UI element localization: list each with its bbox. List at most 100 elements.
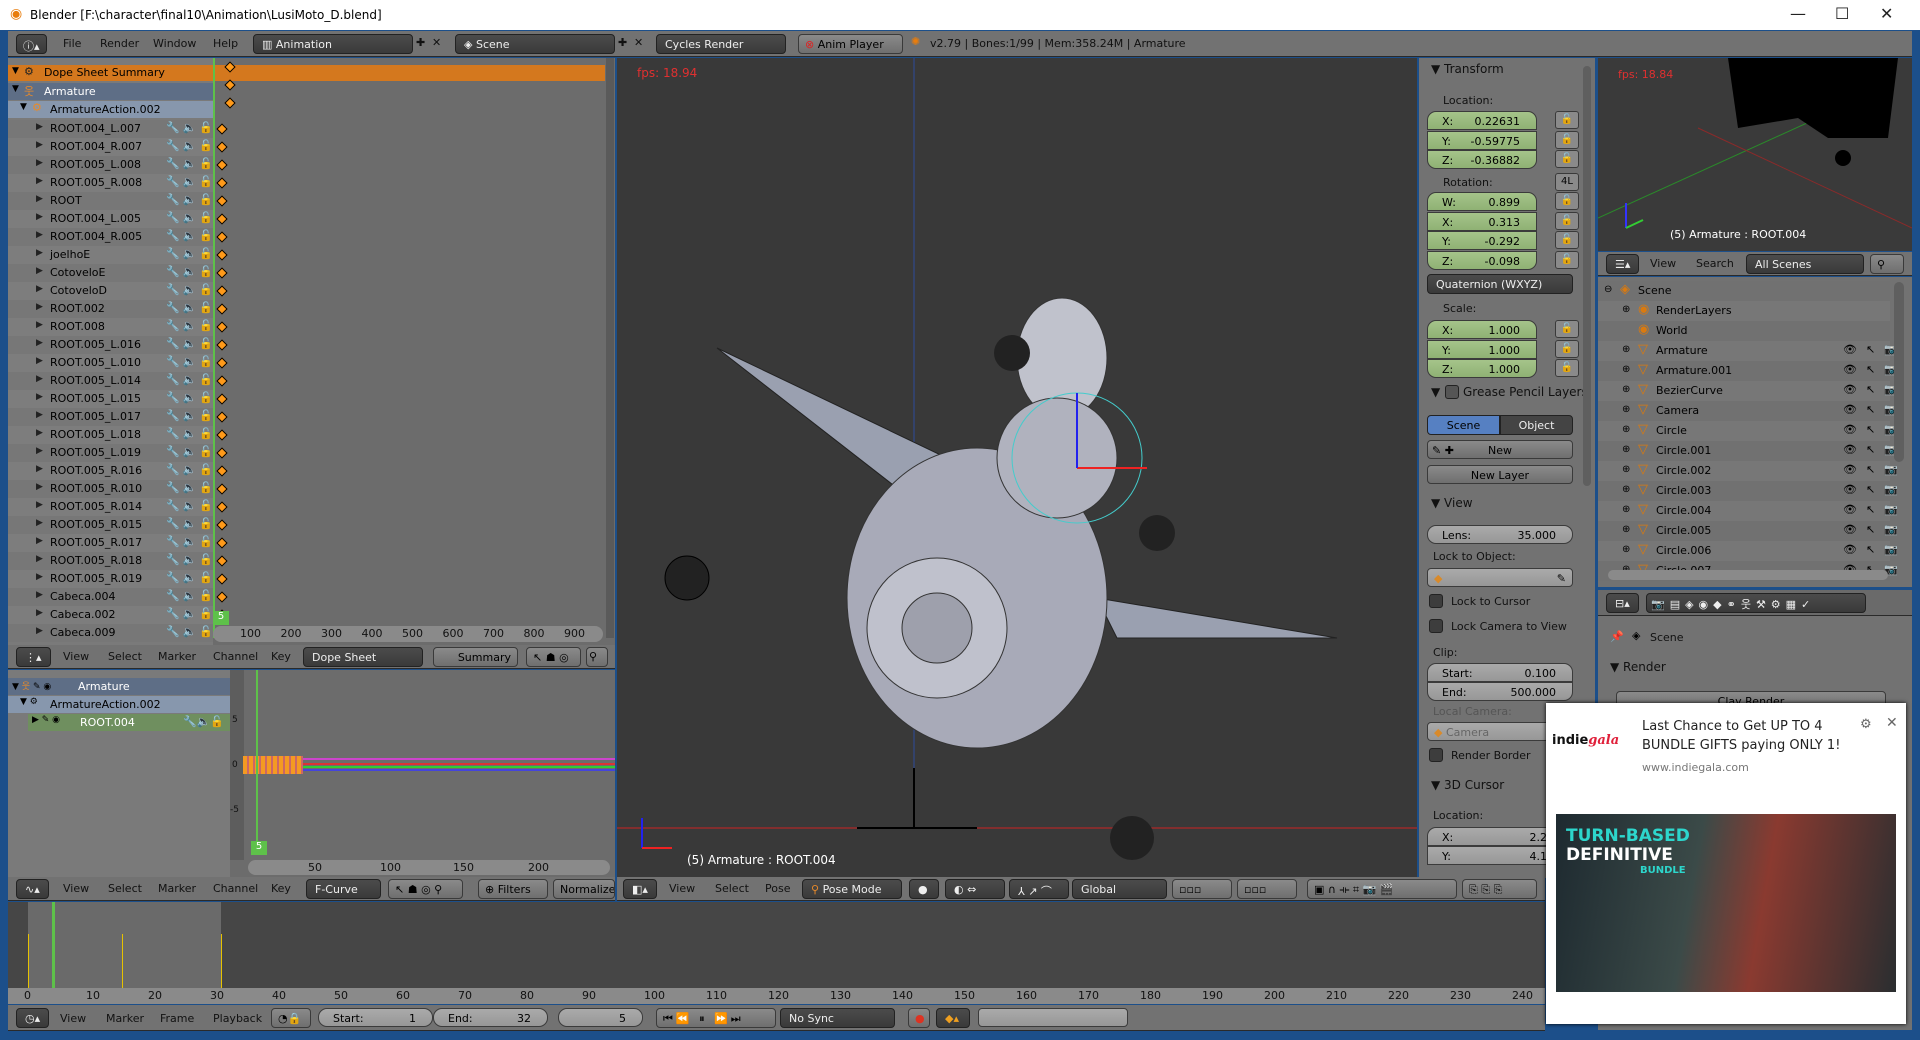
properties-context-tabs[interactable]: 📷▤◈◉◆⚭웃⚒⚙▦✓ bbox=[1646, 593, 1866, 613]
editor-type-timeline-icon[interactable]: ◷▴ bbox=[16, 1008, 50, 1028]
expand-icon[interactable]: ▶ bbox=[36, 626, 43, 636]
expand-icon[interactable]: ▶ bbox=[36, 338, 43, 348]
channel-row[interactable]: ▶ ROOT.004_R.007 🔧🔈🔓 bbox=[8, 138, 213, 156]
expand-icon[interactable]: ▶ bbox=[36, 302, 43, 312]
keyframe[interactable] bbox=[216, 177, 228, 189]
channel-toggle-icons[interactable]: 🔧🔈🔓 bbox=[166, 337, 216, 350]
close-notification-icon[interactable]: ✕ bbox=[1886, 715, 1898, 731]
keyframe[interactable] bbox=[216, 141, 228, 153]
outliner-scrollbar[interactable] bbox=[1894, 282, 1904, 462]
channel-row[interactable]: ▶ ROOT.005_R.014 🔧🔈🔓 bbox=[8, 498, 213, 516]
menu-window[interactable]: Window bbox=[153, 37, 196, 50]
preview-range-toggle[interactable]: ◔🔒 bbox=[271, 1008, 311, 1028]
expand-icon[interactable]: ▶ bbox=[36, 212, 43, 222]
expand-icon[interactable]: ▶ bbox=[36, 392, 43, 402]
notification-url[interactable]: www.indiegala.com bbox=[1642, 761, 1749, 774]
3d-cursor-header[interactable]: ▼ 3D Cursor bbox=[1431, 778, 1504, 792]
gp-new-layer-button[interactable]: New Layer bbox=[1427, 465, 1573, 484]
scene-select[interactable]: ◈ Scene bbox=[455, 34, 615, 54]
channel-toggle-icons[interactable]: 🔧🔈🔓 bbox=[166, 517, 216, 530]
expand-icon[interactable]: ▶ bbox=[36, 536, 43, 546]
channel-row[interactable]: ▶ ROOT.005_L.008 🔧🔈🔓 bbox=[8, 156, 213, 174]
channel-row[interactable]: ▶ Cabeca.002 🔧🔈🔓 bbox=[8, 606, 213, 624]
channel-toggle-icons[interactable]: 🔧🔈🔓 bbox=[166, 265, 216, 278]
menu-select[interactable]: Select bbox=[715, 882, 749, 895]
clip-end-field[interactable]: End: 500.000 bbox=[1427, 682, 1573, 701]
channel-row[interactable]: ▶ ROOT.005_L.015 🔧🔈🔓 bbox=[8, 390, 213, 408]
render-panel-header[interactable]: ▼ Render bbox=[1610, 660, 1666, 674]
graph-mode-select[interactable]: F-Curve bbox=[306, 879, 381, 899]
channel-toggle-icons[interactable]: 🔧🔈🔓 bbox=[166, 229, 216, 242]
rotation-mode-select[interactable]: Quaternion (WXYZ) bbox=[1427, 274, 1573, 294]
transform-field[interactable]: Z: -0.36882 bbox=[1427, 150, 1537, 169]
add-scene-icon[interactable]: ✚ bbox=[618, 36, 627, 49]
lock-icon[interactable]: 🔓 bbox=[1555, 359, 1579, 377]
expand-icon[interactable]: ⊕ bbox=[1622, 504, 1630, 515]
render-engine-select[interactable]: Cycles Render bbox=[656, 34, 786, 54]
graph-action-row[interactable]: ▼ ⚙ ArmatureAction.002 bbox=[8, 696, 230, 713]
outliner-item[interactable]: ⊕ ▽ Circle.001 👁↖📷 bbox=[1598, 441, 1898, 461]
expand-icon[interactable]: ▶ bbox=[36, 158, 43, 168]
keyframe[interactable] bbox=[216, 123, 228, 135]
menu-help[interactable]: Help bbox=[213, 37, 238, 50]
keyframe[interactable] bbox=[216, 285, 228, 297]
orientation-select[interactable]: Global bbox=[1072, 879, 1167, 899]
lock-icon[interactable]: 🔓 bbox=[1555, 211, 1579, 230]
expand-icon[interactable]: ▶ bbox=[36, 482, 43, 492]
remove-scene-icon[interactable]: ✕ bbox=[634, 36, 643, 49]
channel-toggle-icons[interactable]: 🔧🔈🔓 bbox=[166, 139, 216, 152]
keyframe[interactable] bbox=[216, 231, 228, 243]
add-screen-icon[interactable]: ✚ bbox=[416, 36, 425, 49]
keyframe[interactable] bbox=[216, 591, 228, 603]
outliner-item[interactable]: ⊕ ▽ Camera 👁↖📷 bbox=[1598, 401, 1898, 421]
channel-row[interactable]: ▶ ROOT.005_R.019 🔧🔈🔓 bbox=[8, 570, 213, 588]
timeline-ruler[interactable]: 0 10 20 30 40 50 60 70 80 90 100 110 120 130 140 150 160… bbox=[8, 988, 1545, 1004]
expand-icon[interactable]: ▶ bbox=[36, 176, 43, 186]
channel-row[interactable]: ▶ ROOT.005_L.017 🔧🔈🔓 bbox=[8, 408, 213, 426]
menu-view[interactable]: View bbox=[1650, 257, 1676, 270]
channel-row[interactable]: ▶ ROOT.002 🔧🔈🔓 bbox=[8, 300, 213, 318]
menu-view[interactable]: View bbox=[63, 882, 89, 895]
outliner-item[interactable]: ⊕ ▽ Circle.004 👁↖📷 bbox=[1598, 501, 1898, 521]
channel-row[interactable]: ▶ ROOT 🔧🔈🔓 bbox=[8, 192, 213, 210]
expand-icon[interactable]: ⊕ bbox=[1622, 344, 1630, 355]
keyframe[interactable] bbox=[216, 537, 228, 549]
current-frame-line[interactable] bbox=[213, 58, 215, 638]
menu-channel[interactable]: Channel bbox=[213, 650, 258, 663]
transform-field[interactable]: Y: -0.59775 bbox=[1427, 130, 1537, 150]
anim-player-button[interactable]: ⊗ Anim Player bbox=[798, 34, 903, 54]
keyframe[interactable] bbox=[216, 447, 228, 459]
menu-playback[interactable]: Playback bbox=[213, 1012, 262, 1025]
expand-icon[interactable]: ▶ bbox=[36, 518, 43, 528]
channel-toggle-icons[interactable]: 🔧🔈🔓 bbox=[166, 607, 216, 620]
end-frame-field[interactable]: End: 32 bbox=[433, 1008, 548, 1027]
clip-start-field[interactable]: Start: 0.100 bbox=[1427, 663, 1573, 682]
channel-toggle-icons[interactable]: 🔧🔈🔓 bbox=[166, 319, 216, 332]
menu-channel[interactable]: Channel bbox=[213, 882, 258, 895]
expand-icon[interactable]: ⊕ bbox=[1622, 484, 1630, 495]
visibility-select-render-icons[interactable]: 👁↖📷 bbox=[1843, 483, 1907, 496]
notification-popup[interactable]: indiegala Last Chance to Get UP TO 4 BUN… bbox=[1546, 703, 1906, 1024]
menu-key[interactable]: Key bbox=[271, 882, 291, 895]
snap-and-render-tools[interactable]: ▣ ∩ ⟛ ⌗ 📷 🎬 bbox=[1307, 879, 1457, 899]
menu-view[interactable]: View bbox=[63, 650, 89, 663]
expand-icon[interactable]: ▶ bbox=[36, 464, 43, 474]
editor-type-info-icon[interactable]: ⓘ▴ bbox=[16, 34, 47, 54]
channel-row[interactable]: ▶ ROOT.005_R.015 🔧🔈🔓 bbox=[8, 516, 213, 534]
bundle-banner-image[interactable]: TURN-BASED DEFINITIVE BUNDLE bbox=[1556, 814, 1896, 992]
lock-icon[interactable]: 🔓 bbox=[1555, 150, 1579, 168]
keyframe[interactable] bbox=[216, 213, 228, 225]
expand-icon[interactable]: ▶ bbox=[36, 248, 43, 258]
expand-icon[interactable]: ⊕ bbox=[1622, 364, 1630, 375]
outliner-item[interactable]: ⊕ ▽ Circle.005 👁↖📷 bbox=[1598, 521, 1898, 541]
sidebar-scrollbar[interactable] bbox=[1583, 66, 1591, 486]
editor-type-3dview-icon[interactable]: ◧▴ bbox=[623, 879, 657, 899]
fcurve-y[interactable] bbox=[248, 766, 615, 768]
expand-icon[interactable]: ▶ bbox=[36, 266, 43, 276]
channel-row[interactable]: ▶ joelhoE 🔧🔈🔓 bbox=[8, 246, 213, 264]
editor-type-dopesheet-icon[interactable]: ⋮▴ bbox=[16, 647, 51, 667]
fcurve-z[interactable] bbox=[248, 769, 615, 771]
channel-toggle-icons[interactable]: 🔧🔈🔓 bbox=[166, 589, 216, 602]
channel-row[interactable]: ▶ CotoveloE 🔧🔈🔓 bbox=[8, 264, 213, 282]
gp-scene-tab[interactable]: Scene bbox=[1427, 415, 1500, 435]
